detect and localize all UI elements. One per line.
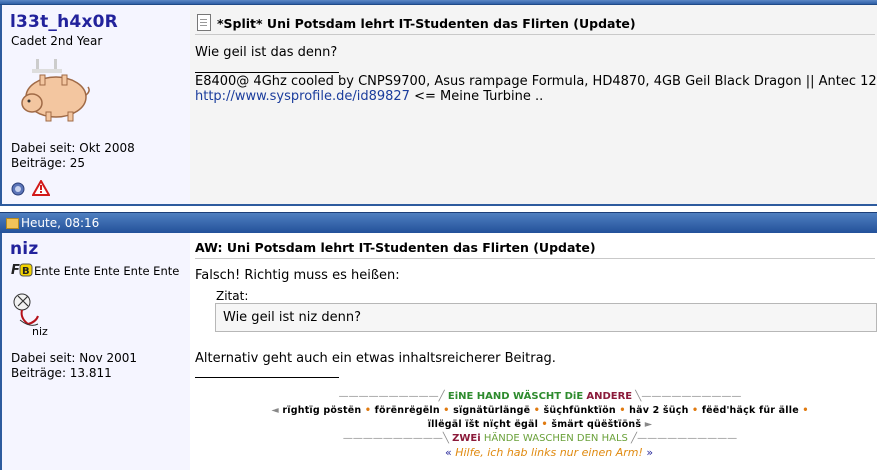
signature-hardware: E8400@ 4Ghz cooled by CNPS9700, Asus ram… xyxy=(195,74,877,89)
post-1: l33t_h4x0R Cadet 2nd Year Dabei seit: Ok… xyxy=(0,5,877,206)
sig-top-b: ANDERE xyxy=(586,391,633,402)
post-message-intro: Falsch! Richtig muss es heißen: xyxy=(195,268,400,283)
avatar xyxy=(21,59,90,122)
post-title: AW: Uni Potsdam lehrt IT-Studenten das F… xyxy=(195,240,596,255)
signature-hilfe: « Hilfe, ich hab links nur einen Arm! » xyxy=(445,446,654,459)
sig-item: sïgnätürlängë xyxy=(453,405,531,416)
post-count: Beiträge: 25 xyxy=(11,156,86,170)
sig-item: šmärt qüëštïönš xyxy=(551,419,642,430)
sig-item: šüçhfünktïön xyxy=(543,405,616,416)
sig-item: häv 2 šüçh xyxy=(629,405,689,416)
svg-text:F: F xyxy=(11,263,20,278)
post-content: AW: Uni Potsdam lehrt IT-Studenten das F… xyxy=(190,233,877,470)
report-post-icon[interactable] xyxy=(32,180,50,196)
post-date: Heute, 08:16 xyxy=(21,216,100,230)
signature-divider xyxy=(195,72,339,73)
post-header-bar: Heute, 08:16 xyxy=(0,212,877,233)
sig-item: fëëd'häçk für älle xyxy=(701,405,799,416)
quote-label: Zitat: xyxy=(216,289,249,303)
post-content: *Split* Uni Potsdam lehrt IT-Studenten d… xyxy=(190,5,877,206)
fb-badge-icon: F B xyxy=(11,263,33,278)
avatar-caption: niz xyxy=(32,325,48,338)
post-title: *Split* Uni Potsdam lehrt IT-Studenten d… xyxy=(217,16,636,31)
username-link[interactable]: niz xyxy=(10,239,38,259)
sig-bottom-b: HÄNDE WASCHEN DEN HALS xyxy=(483,433,628,444)
sig-middle-row: ◄ rïghtïg pöstën • förënrëgëln • sïgnätü… xyxy=(271,405,809,430)
post-message-outro: Alternativ geht auch ein etwas inhaltsre… xyxy=(195,351,556,366)
signature-divider xyxy=(195,377,339,378)
user-info-panel: niz F B Ente Ente Ente Ente Ente niz Dab… xyxy=(0,233,191,470)
sysprofile-link[interactable]: http://www.sysprofile.de/id89827 xyxy=(195,89,410,104)
user-info-panel: l33t_h4x0R Cadet 2nd Year Dabei seit: Ok… xyxy=(0,5,191,206)
post-count: Beiträge: 13.811 xyxy=(11,366,112,380)
sig-bottom-a: ZWEi xyxy=(452,433,481,444)
sig-item: rïghtïg pöstën xyxy=(282,405,362,416)
signature-banner: ——————————╱ EiNE HAND WÄSCHT DiE ANDERE … xyxy=(265,390,815,446)
username-link[interactable]: l33t_h4x0R xyxy=(10,12,118,32)
signature-link-suffix: <= Meine Turbine .. xyxy=(409,89,544,104)
post-message: Wie geil ist das denn? xyxy=(195,45,338,60)
quote-box: Wie geil ist niz denn? xyxy=(215,303,877,332)
sig-item: förënrëgëln xyxy=(374,405,440,416)
joined-date: Dabei seit: Nov 2001 xyxy=(11,351,138,365)
signature-link-line: http://www.sysprofile.de/id89827 <= Mein… xyxy=(195,89,543,105)
offline-status-icon xyxy=(11,182,25,196)
post-2: niz F B Ente Ente Ente Ente Ente niz Dab… xyxy=(0,233,877,470)
document-icon xyxy=(197,14,211,31)
user-title: Cadet 2nd Year xyxy=(11,34,103,48)
sig-item: ïllëgäl ïšt nïçht ëgäl xyxy=(427,419,539,430)
folder-icon xyxy=(6,218,19,229)
joined-date: Dabei seit: Okt 2008 xyxy=(11,141,135,155)
user-title: Ente Ente Ente Ente Ente xyxy=(34,264,180,278)
sig-top-a: EiNE HAND WÄSCHT DiE xyxy=(447,391,584,402)
quote-text: Wie geil ist niz denn? xyxy=(223,310,361,325)
svg-text:B: B xyxy=(22,266,30,277)
